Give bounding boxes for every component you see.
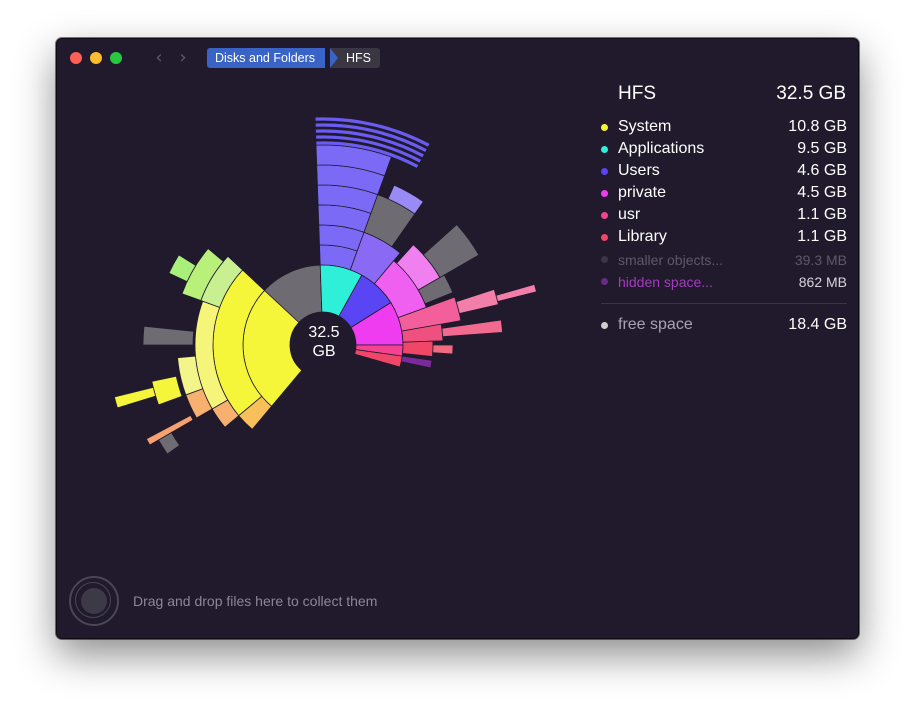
sunburst-segment[interactable] bbox=[113, 386, 157, 409]
collector-button[interactable] bbox=[81, 588, 107, 614]
legend-value: 9.5 GB bbox=[797, 140, 847, 157]
legend-item-users[interactable]: Users 4.6 GB bbox=[601, 161, 847, 183]
panel-total: 32.5 GB bbox=[776, 83, 846, 104]
sunburst-segment[interactable] bbox=[151, 375, 183, 406]
legend-value: 39.3 MB bbox=[795, 252, 847, 268]
users-dot-icon bbox=[601, 168, 608, 175]
legend-item-private[interactable]: private 4.5 GB bbox=[601, 183, 847, 205]
legend-value: 4.6 GB bbox=[797, 162, 847, 179]
legend-label: Users bbox=[618, 162, 660, 179]
hidden-value: 862 bbox=[798, 274, 823, 290]
legend-item-applications[interactable]: Applications 9.5 GB bbox=[601, 139, 847, 161]
legend-value: 1.1 GB bbox=[797, 228, 847, 245]
legend-value: 1.1 GB bbox=[797, 206, 847, 223]
legend-label: usr bbox=[618, 206, 641, 223]
sunburst-segment[interactable] bbox=[455, 288, 499, 314]
legend-item-usr[interactable]: usr 1.1 GB bbox=[601, 205, 847, 227]
applications-dot-icon bbox=[601, 146, 608, 153]
center-total-unit: GB bbox=[312, 343, 336, 360]
legend-label: free space bbox=[618, 316, 693, 333]
sunburst-segment[interactable] bbox=[432, 344, 454, 355]
sunburst-segment[interactable] bbox=[400, 355, 433, 369]
legend-item-hidden-space[interactable]: hidden space... 862 MB bbox=[601, 271, 847, 293]
legend-label: private bbox=[618, 184, 667, 201]
legend-label: smaller objects... bbox=[618, 252, 724, 268]
free-space-dot-icon bbox=[601, 322, 608, 329]
smaller-unit: MB bbox=[826, 252, 847, 268]
private-dot-icon bbox=[601, 190, 608, 197]
center-total-value: 32.5 bbox=[308, 324, 340, 341]
smaller-value: 39.3 bbox=[794, 252, 823, 268]
hidden-unit: MB bbox=[826, 274, 847, 290]
legend-item-smaller-objects[interactable]: smaller objects... 39.3 MB bbox=[601, 249, 847, 271]
legend-label: Library bbox=[618, 228, 667, 245]
sunburst-segment[interactable] bbox=[495, 283, 537, 302]
legend-value: 862 MB bbox=[799, 274, 847, 290]
sunburst-segment[interactable] bbox=[402, 340, 434, 357]
legend-label: hidden space... bbox=[618, 274, 713, 290]
legend-item-library[interactable]: Library 1.1 GB bbox=[601, 227, 847, 249]
legend-item-free-space[interactable]: free space 18.4 GB bbox=[601, 315, 847, 337]
legend-label: System bbox=[618, 118, 672, 135]
dropzone-hint: Drag and drop files here to collect them bbox=[133, 593, 378, 609]
legend-value: 18.4 GB bbox=[788, 316, 847, 333]
hidden-space-dot-icon bbox=[601, 278, 608, 285]
legend-value: 10.8 GB bbox=[788, 118, 847, 135]
app-window: ‹ › HFS Disks and Folders 32.5 GB HFS 32… bbox=[56, 38, 859, 639]
center-total[interactable]: 32.5 GB bbox=[287, 323, 361, 361]
panel-title: HFS bbox=[618, 83, 656, 104]
sunburst-segment[interactable] bbox=[142, 325, 195, 346]
panel-header: HFS 32.5 GB bbox=[618, 83, 846, 109]
panel-divider bbox=[601, 303, 847, 304]
system-dot-icon bbox=[601, 124, 608, 131]
breadcrumb-separator bbox=[330, 48, 338, 68]
legend-label: Applications bbox=[618, 140, 705, 157]
library-dot-icon bbox=[601, 234, 608, 241]
legend-item-system[interactable]: System 10.8 GB bbox=[601, 117, 847, 139]
smaller-objects-dot-icon bbox=[601, 256, 608, 263]
usr-dot-icon bbox=[601, 212, 608, 219]
legend-value: 4.5 GB bbox=[797, 184, 847, 201]
